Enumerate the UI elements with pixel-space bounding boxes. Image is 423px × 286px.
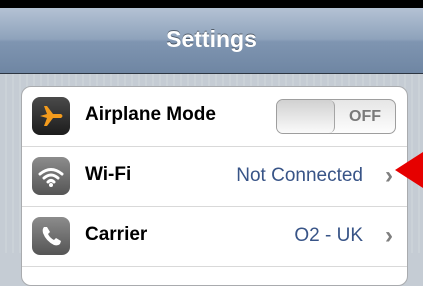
settings-content: Airplane Mode OFF Wi-Fi Not Connected › bbox=[0, 74, 423, 286]
airplane-icon bbox=[32, 97, 70, 135]
wifi-icon bbox=[32, 157, 70, 195]
status-bar bbox=[0, 0, 423, 8]
airplane-mode-toggle[interactable]: OFF bbox=[276, 99, 396, 134]
wifi-status-value: Not Connected bbox=[236, 165, 363, 186]
wifi-row[interactable]: Wi-Fi Not Connected › bbox=[22, 147, 407, 207]
toggle-knob[interactable] bbox=[277, 100, 335, 133]
carrier-value: O2 - UK bbox=[294, 225, 363, 246]
page-title: Settings bbox=[166, 26, 257, 52]
chevron-right-icon: › bbox=[385, 162, 393, 189]
airplane-mode-row: Airplane Mode OFF bbox=[22, 87, 407, 147]
navigation-bar: Settings bbox=[0, 8, 423, 74]
toggle-state-text: OFF bbox=[349, 108, 381, 125]
carrier-row[interactable]: Carrier O2 - UK › bbox=[22, 207, 407, 267]
wifi-label: Wi-Fi bbox=[85, 164, 132, 185]
carrier-label: Carrier bbox=[85, 224, 148, 245]
airplane-mode-label: Airplane Mode bbox=[85, 104, 216, 125]
chevron-right-icon: › bbox=[385, 222, 393, 249]
settings-group: Airplane Mode OFF Wi-Fi Not Connected › bbox=[21, 86, 408, 286]
phone-icon bbox=[32, 217, 70, 255]
